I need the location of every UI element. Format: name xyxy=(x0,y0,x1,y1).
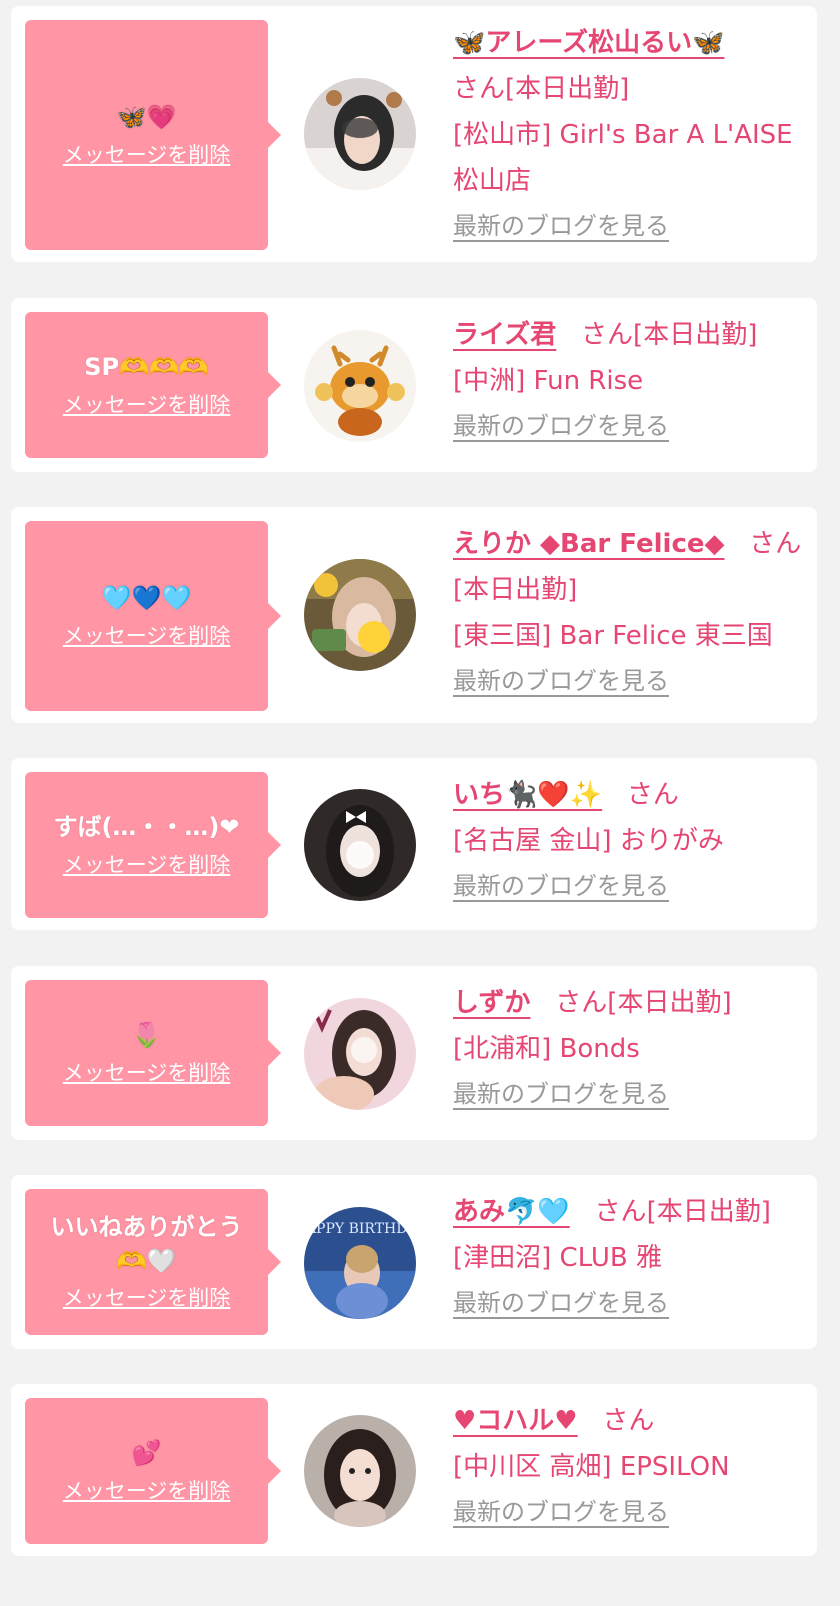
shop-info: [松山市] Girl's Bar A L'AISE 松山店 xyxy=(453,120,793,196)
cast-name-link[interactable]: 🦋アレーズ松山るい🦋 xyxy=(453,28,724,58)
avatar-photo-icon xyxy=(304,998,416,1110)
latest-blog-link[interactable]: 最新のブログを見る xyxy=(453,663,669,699)
san-label: さん xyxy=(749,529,802,559)
cast-info: しずか さん[本日出勤] [北浦和] Bonds 最新のブログを見る xyxy=(453,980,805,1112)
message-text: SP🫶🫶🫶 xyxy=(84,353,209,381)
work-status: [本日出勤] xyxy=(505,74,630,104)
shop-info: [北浦和] Bonds xyxy=(453,1034,640,1064)
cast-name-link[interactable]: ♥コハル♥ xyxy=(453,1406,578,1436)
message-bubble: 💕 メッセージを削除 xyxy=(25,1398,281,1544)
delete-message-link[interactable]: メッセージを削除 xyxy=(63,139,231,171)
cast-info: いち🐈‍⬛❤️✨ さん [名古屋 金山] おりがみ 最新のブログを見る xyxy=(453,772,805,904)
avatar[interactable] xyxy=(304,330,416,442)
san-label: さん xyxy=(581,320,634,350)
latest-blog-link[interactable]: 最新のブログを見る xyxy=(453,1494,669,1530)
shop-info: [名古屋 金山] おりがみ xyxy=(453,826,724,856)
work-status: [本日出勤] xyxy=(633,320,758,350)
avatar[interactable] xyxy=(304,998,416,1110)
message-text: 🩵💙🩵 xyxy=(101,584,192,612)
avatar[interactable]: HAPPY BIRTHDAY xyxy=(304,1207,416,1319)
message-card: 💕 メッセージを削除 ♥コハル♥ さん [中川区 高畑] EPSILON 最新の… xyxy=(11,1384,817,1556)
latest-blog-link[interactable]: 最新のブログを見る xyxy=(453,1285,669,1321)
deer-mascot-icon xyxy=(304,330,416,442)
san-label: さん xyxy=(626,780,679,810)
delete-message-link[interactable]: メッセージを削除 xyxy=(63,1475,231,1507)
message-bubble: いいねありがとう🫶🤍 メッセージを削除 xyxy=(25,1189,281,1335)
message-bubble: 🦋💗 メッセージを削除 xyxy=(25,20,281,250)
avatar[interactable] xyxy=(304,1415,416,1527)
latest-blog-link[interactable]: 最新のブログを見る xyxy=(453,208,669,244)
delete-message-link[interactable]: メッセージを削除 xyxy=(63,1057,231,1089)
san-label: さん xyxy=(555,988,608,1018)
cast-info: ♥コハル♥ さん [中川区 高畑] EPSILON 最新のブログを見る xyxy=(453,1398,805,1530)
shop-info: [中川区 高畑] EPSILON xyxy=(453,1452,730,1482)
message-card: いいねありがとう🫶🤍 メッセージを削除 HAPPY BIRTHDAY あみ🐬🩵 … xyxy=(11,1175,817,1349)
work-status: [本日出勤] xyxy=(453,575,578,605)
message-text: いいねありがとう🫶🤍 xyxy=(50,1213,243,1275)
shop-info: [中洲] Fun Rise xyxy=(453,366,644,396)
cast-name-link[interactable]: ライズ君 xyxy=(453,320,556,350)
avatar-photo-icon xyxy=(304,559,416,671)
delete-message-link[interactable]: メッセージを削除 xyxy=(63,1282,231,1314)
message-bubble: すば(…・・…)❤︎ メッセージを削除 xyxy=(25,772,281,918)
cast-info: ライズ君 さん[本日出勤] [中洲] Fun Rise 最新のブログを見る xyxy=(453,312,805,444)
message-text: 💕 xyxy=(131,1439,162,1467)
san-label: さん xyxy=(594,1197,647,1227)
san-label: さん xyxy=(453,74,506,104)
avatar-overlay-text: HAPPY BIRTHDAY xyxy=(304,1221,416,1237)
avatar-photo-icon xyxy=(304,789,416,901)
message-bubble: SP🫶🫶🫶 メッセージを削除 xyxy=(25,312,281,458)
avatar-photo-icon xyxy=(304,1415,416,1527)
san-label: さん xyxy=(602,1406,655,1436)
shop-info: [津田沼] CLUB 雅 xyxy=(453,1243,663,1273)
cast-name-link[interactable]: あみ🐬🩵 xyxy=(453,1197,570,1227)
work-status: [本日出勤] xyxy=(607,988,732,1018)
cast-name-link[interactable]: えりか ◆Bar Felice◆ xyxy=(453,529,725,559)
message-list: 🦋💗 メッセージを削除 🦋アレーズ松山るい🦋 さん[本日出勤] [松山市] Gi… xyxy=(0,0,840,1606)
cast-name-link[interactable]: しずか xyxy=(453,988,530,1018)
avatar-photo-icon xyxy=(304,78,416,190)
message-text: 🦋💗 xyxy=(116,103,177,131)
cast-name-link[interactable]: いち🐈‍⬛❤️✨ xyxy=(453,780,602,810)
latest-blog-link[interactable]: 最新のブログを見る xyxy=(453,408,669,444)
message-card: 🩵💙🩵 メッセージを削除 えりか ◆Bar Felice◆ さん [本日出勤] [… xyxy=(11,507,817,723)
cast-info: 🦋アレーズ松山るい🦋 さん[本日出勤] [松山市] Girl's Bar A L… xyxy=(453,20,805,244)
message-bubble: 🩵💙🩵 メッセージを削除 xyxy=(25,521,281,711)
cast-info: えりか ◆Bar Felice◆ さん [本日出勤] [東三国] Bar Feli… xyxy=(453,521,805,699)
delete-message-link[interactable]: メッセージを削除 xyxy=(63,389,231,421)
birthday-photo-icon: HAPPY BIRTHDAY xyxy=(304,1207,416,1319)
shop-info: [東三国] Bar Felice 東三国 xyxy=(453,621,773,651)
latest-blog-link[interactable]: 最新のブログを見る xyxy=(453,1076,669,1112)
delete-message-link[interactable]: メッセージを削除 xyxy=(63,620,231,652)
avatar[interactable] xyxy=(304,78,416,190)
message-card: 🦋💗 メッセージを削除 🦋アレーズ松山るい🦋 さん[本日出勤] [松山市] Gi… xyxy=(11,6,817,262)
avatar[interactable] xyxy=(304,559,416,671)
message-text: 🌷 xyxy=(131,1021,162,1049)
work-status: [本日出勤] xyxy=(646,1197,771,1227)
message-bubble: 🌷 メッセージを削除 xyxy=(25,980,281,1126)
message-card: すば(…・・…)❤︎ メッセージを削除 いち🐈‍⬛❤️✨ さん [名古屋 金山]… xyxy=(11,758,817,930)
avatar[interactable] xyxy=(304,789,416,901)
delete-message-link[interactable]: メッセージを削除 xyxy=(63,849,231,881)
message-card: SP🫶🫶🫶 メッセージを削除 ライズ君 さん[本日出勤] [中洲] Fun Ri… xyxy=(11,298,817,472)
latest-blog-link[interactable]: 最新のブログを見る xyxy=(453,868,669,904)
message-text: すば(…・・…)❤︎ xyxy=(53,813,240,841)
message-card: 🌷 メッセージを削除 しずか さん[本日出勤] [北浦和] Bonds 最新のブ… xyxy=(11,966,817,1140)
cast-info: あみ🐬🩵 さん[本日出勤] [津田沼] CLUB 雅 最新のブログを見る xyxy=(453,1189,805,1321)
